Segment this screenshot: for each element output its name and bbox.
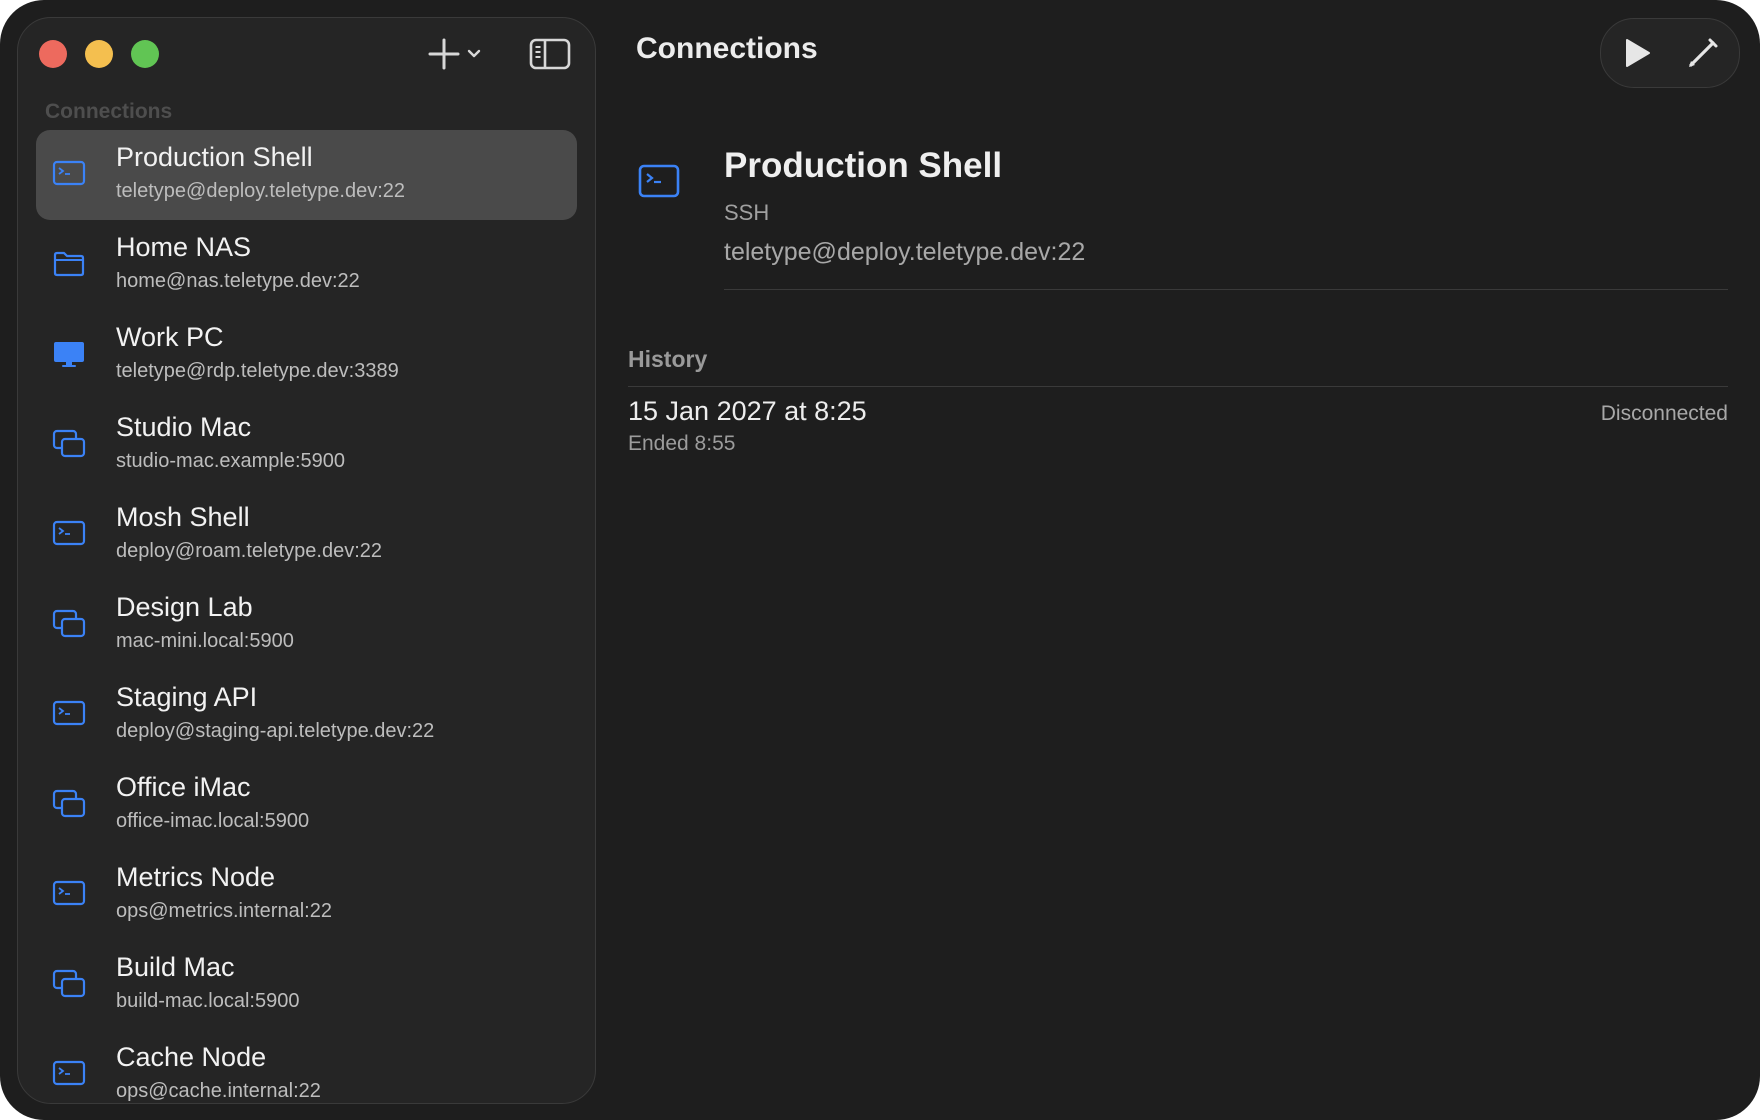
- connection-address: deploy@roam.teletype.dev:22: [116, 540, 383, 562]
- history-entry-date: 15 Jan 2027 at 8:25: [628, 396, 867, 426]
- connection-title: Build Mac: [116, 952, 235, 982]
- connections-list: Production Shell teletype@deploy.teletyp…: [36, 130, 577, 1103]
- connection-item-office-imac[interactable]: Office iMac office-imac.local:5900: [36, 760, 577, 850]
- connection-title: Work PC: [116, 322, 224, 352]
- edit-button[interactable]: [1685, 35, 1721, 71]
- connection-title: Mosh Shell: [116, 502, 250, 532]
- sidebar: Connections Production Shell teletype@de…: [17, 17, 596, 1104]
- page-title: Connections: [636, 32, 818, 65]
- toolbar-actions: [1600, 18, 1740, 88]
- connection-title: Cache Node: [116, 1042, 267, 1072]
- zoom-window-button[interactable]: [131, 40, 159, 68]
- toggle-sidebar-button[interactable]: [528, 34, 572, 74]
- connection-item-studio-mac[interactable]: Studio Mac studio-mac.example:5900: [36, 400, 577, 490]
- history-entry-ended: Ended 8:55: [628, 432, 736, 455]
- connection-item-production-shell[interactable]: Production Shell teletype@deploy.teletyp…: [36, 130, 577, 220]
- connection-item-mosh-shell[interactable]: Mosh Shell deploy@roam.teletype.dev:22: [36, 490, 577, 580]
- connection-title: Staging API: [116, 682, 258, 712]
- folder-icon: [53, 251, 85, 277]
- divider: [628, 386, 1728, 387]
- screens-icon: [52, 969, 86, 998]
- connection-item-build-mac[interactable]: Build Mac build-mac.local:5900: [36, 940, 577, 1030]
- divider: [724, 289, 1728, 290]
- connection-type: SSH: [724, 200, 770, 225]
- connection-title: Production Shell: [116, 142, 313, 172]
- connection-address: mac-mini.local:5900: [116, 630, 294, 652]
- connection-address: teletype@deploy.teletype.dev:22: [116, 180, 406, 202]
- monitor-icon: [54, 342, 84, 367]
- app-window: Connections Production Shell teletype@de…: [0, 0, 1760, 1120]
- add-connection-button[interactable]: [426, 34, 492, 74]
- connection-title: Office iMac: [116, 772, 251, 802]
- connect-button[interactable]: [1619, 35, 1655, 71]
- terminal-icon: [52, 880, 86, 906]
- minimize-window-button[interactable]: [85, 40, 113, 68]
- screens-icon: [52, 609, 86, 638]
- connection-item-cache-node[interactable]: Cache Node ops@cache.internal:22: [36, 1030, 577, 1103]
- connection-address: teletype@rdp.teletype.dev:3389: [116, 360, 399, 382]
- connection-address: office-imac.local:5900: [116, 810, 310, 832]
- connection-name: Production Shell: [724, 146, 1003, 185]
- connection-item-design-lab[interactable]: Design Lab mac-mini.local:5900: [36, 580, 577, 670]
- connection-address: teletype@deploy.teletype.dev:22: [724, 238, 1086, 266]
- connection-title: Home NAS: [116, 232, 252, 262]
- terminal-icon: [52, 160, 86, 186]
- connection-item-metrics-node[interactable]: Metrics Node ops@metrics.internal:22: [36, 850, 577, 940]
- connection-item-work-pc[interactable]: Work PC teletype@rdp.teletype.dev:3389: [36, 310, 577, 400]
- connection-address: home@nas.teletype.dev:22: [116, 270, 360, 292]
- connection-address: ops@metrics.internal:22: [116, 900, 332, 922]
- plus-icon: [428, 38, 481, 70]
- terminal-icon: [52, 700, 86, 726]
- connection-title: Design Lab: [116, 592, 253, 622]
- close-window-button[interactable]: [39, 40, 67, 68]
- sidebar-section-label: Connections: [45, 100, 173, 123]
- connection-address: deploy@staging-api.teletype.dev:22: [116, 720, 435, 742]
- history-entry-status: Disconnected: [1600, 402, 1728, 425]
- screens-icon: [52, 429, 86, 458]
- history-heading: History: [628, 346, 708, 372]
- connection-address: studio-mac.example:5900: [116, 450, 346, 472]
- connection-item-staging-api[interactable]: Staging API deploy@staging-api.teletype.…: [36, 670, 577, 760]
- connection-address: ops@cache.internal:22: [116, 1080, 321, 1102]
- sidebar-toggle-icon: [529, 38, 571, 70]
- pencil-icon: [1689, 38, 1718, 67]
- terminal-icon: [52, 1060, 86, 1086]
- connection-title: Metrics Node: [116, 862, 276, 892]
- screens-icon: [52, 789, 86, 818]
- connection-item-home-nas[interactable]: Home NAS home@nas.teletype.dev:22: [36, 220, 577, 310]
- connection-address: build-mac.local:5900: [116, 990, 300, 1012]
- terminal-icon: [52, 520, 86, 546]
- play-icon: [1626, 39, 1650, 67]
- connection-title: Studio Mac: [116, 412, 252, 442]
- terminal-icon: [638, 164, 680, 198]
